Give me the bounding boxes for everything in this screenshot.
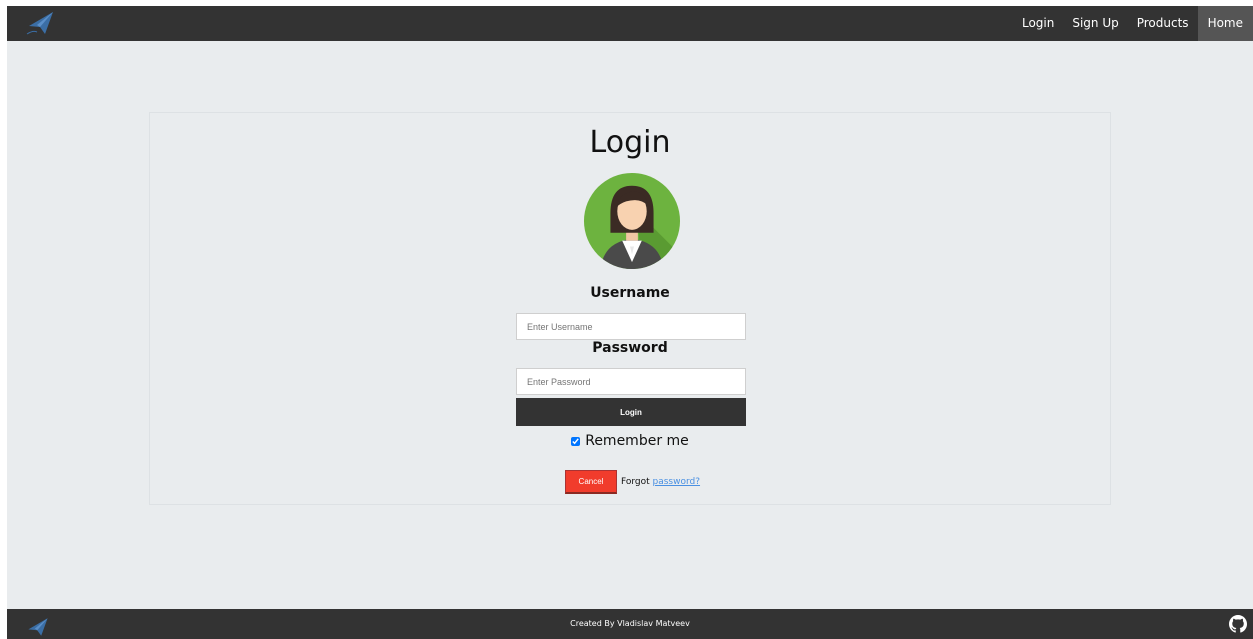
footer: Created By Vladislav Matveev: [7, 609, 1253, 639]
nav-home[interactable]: Home: [1197, 6, 1253, 41]
user-avatar-icon: [583, 172, 681, 270]
login-card: Login Username Enter Username Password L…: [149, 112, 1111, 505]
page-frame: Login Sign Up Products Home Login Userna…: [7, 6, 1253, 639]
password-input[interactable]: [516, 368, 746, 395]
cancel-row: Cancel Forgot password?: [565, 470, 700, 494]
nav-login[interactable]: Login: [1013, 6, 1063, 41]
github-icon[interactable]: [1229, 615, 1247, 633]
username-input[interactable]: [516, 313, 746, 340]
remember-row: Remember me: [150, 433, 1110, 449]
remember-checkbox[interactable]: [571, 436, 581, 446]
login-button[interactable]: Login: [516, 398, 746, 426]
nav-menu: Login Sign Up Products Home: [1013, 6, 1253, 41]
forgot-prefix: Forgot: [621, 477, 653, 487]
nav-products[interactable]: Products: [1128, 6, 1198, 41]
top-navbar: Login Sign Up Products Home: [7, 6, 1253, 41]
password-label: Password: [592, 340, 668, 356]
footer-credit: Created By Vladislav Matveev: [570, 619, 690, 628]
forgot-text: Forgot password?: [621, 477, 700, 487]
paper-plane-icon[interactable]: [23, 8, 59, 38]
cancel-button[interactable]: Cancel: [565, 470, 617, 494]
login-title: Login: [589, 125, 671, 160]
remember-label: Remember me: [585, 433, 689, 449]
nav-sign-up[interactable]: Sign Up: [1063, 6, 1127, 41]
username-label: Username: [590, 285, 670, 301]
forgot-password-link[interactable]: password?: [653, 477, 701, 487]
